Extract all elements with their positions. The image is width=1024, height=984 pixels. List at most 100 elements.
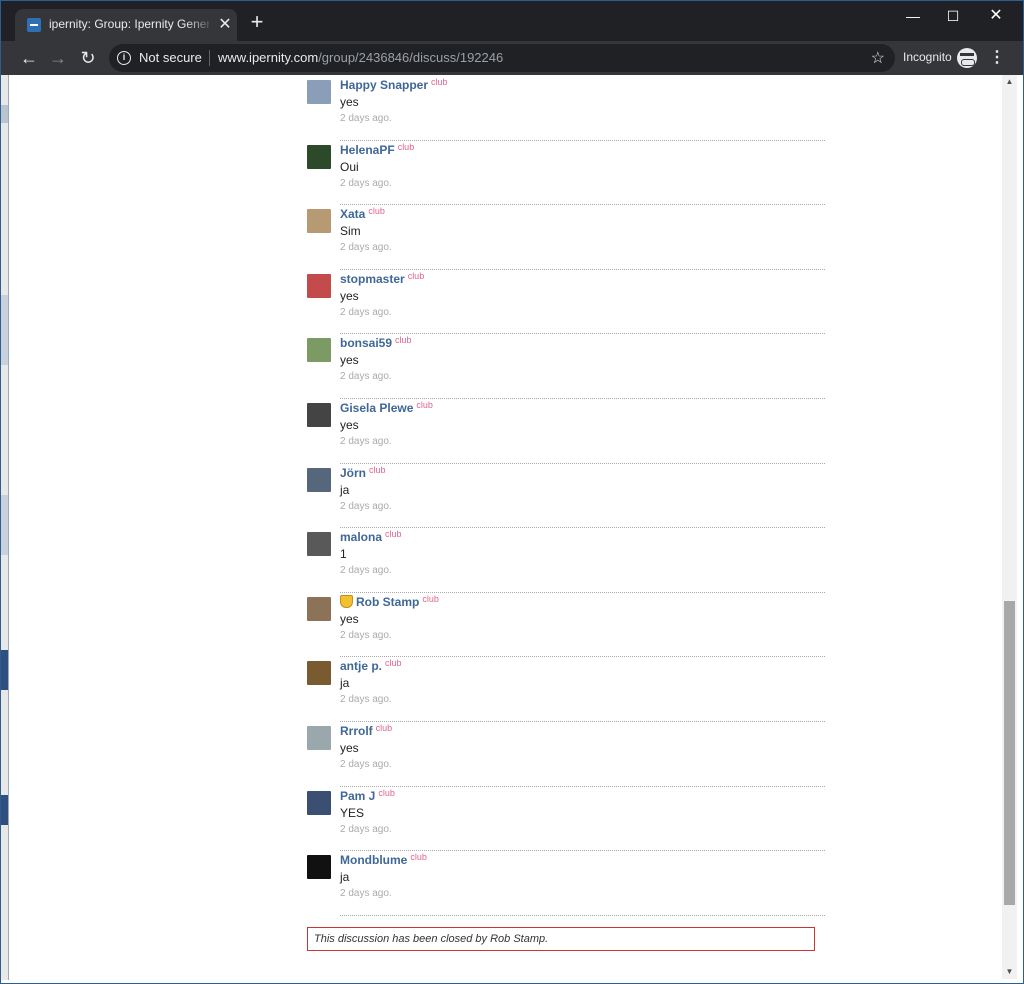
avatar[interactable] xyxy=(307,661,331,686)
avatar[interactable] xyxy=(307,80,331,104)
comment-item: malona club 1 2 days ago. xyxy=(307,528,825,593)
browser-menu-icon[interactable]: ⋮ xyxy=(989,47,1005,69)
comment-author-line: Gisela Plewe club xyxy=(340,399,433,417)
comment-timestamp: 2 days ago. xyxy=(340,371,392,383)
info-icon[interactable]: i xyxy=(117,51,131,65)
not-secure-label[interactable]: Not secure xyxy=(139,50,202,65)
comment-author-link[interactable]: HelenaPF xyxy=(340,143,395,157)
comment-author-link[interactable]: antje p. xyxy=(340,659,382,673)
comment-divider xyxy=(340,914,825,916)
comment-author-link[interactable]: bonsai59 xyxy=(340,336,392,350)
incognito-icon[interactable] xyxy=(957,48,977,68)
comment-timestamp: 2 days ago. xyxy=(340,113,392,124)
comment-timestamp: 2 days ago. xyxy=(340,888,392,900)
comment-author-link[interactable]: Rob Stamp xyxy=(356,595,419,609)
comment-author-link[interactable]: Pam J xyxy=(340,789,375,803)
comment-timestamp: 2 days ago. xyxy=(340,694,392,706)
maximize-button[interactable]: ☐ xyxy=(933,5,973,27)
comment-timestamp: 2 days ago. xyxy=(340,242,392,254)
comment-author-line: HelenaPF club xyxy=(340,141,414,159)
comment-author-line: Happy Snapper club xyxy=(340,76,448,94)
title-bar: ipernity: Group: Ipernity General ✕ + — … xyxy=(1,1,1023,41)
comment-timestamp: 2 days ago. xyxy=(340,500,392,512)
tab-title-fade xyxy=(185,15,215,35)
avatar[interactable] xyxy=(307,273,331,298)
comment-author-link[interactable]: malona xyxy=(340,530,382,544)
club-badge: club xyxy=(431,77,448,87)
avatar[interactable] xyxy=(307,467,331,492)
back-arrow-icon[interactable]: ← xyxy=(17,46,41,70)
comment-author-link[interactable]: Gisela Plewe xyxy=(340,401,413,415)
scrollbar-thumb[interactable] xyxy=(1004,601,1015,905)
avatar[interactable] xyxy=(307,532,331,557)
comment-author-line: stopmaster club xyxy=(340,270,424,288)
active-tab[interactable]: ipernity: Group: Ipernity General ✕ xyxy=(15,9,237,41)
comment-author-link[interactable]: Rrrolf xyxy=(340,724,373,738)
comment-author-line: antje p. club xyxy=(340,657,402,675)
avatar[interactable] xyxy=(307,596,331,621)
comment-text: ja xyxy=(340,676,350,691)
comment-author-line: Pam Jclub xyxy=(340,787,395,805)
comment-author-line: bonsai59 club xyxy=(340,334,412,352)
comment-text: Sim xyxy=(340,224,361,239)
omnibox-divider xyxy=(209,50,210,66)
comment-text: yes xyxy=(340,611,359,626)
ipernity-favicon-icon xyxy=(27,18,41,32)
comment-timestamp: 2 days ago. xyxy=(340,823,392,835)
comment-item: HelenaPF club Oui 2 days ago. xyxy=(307,141,825,206)
comment-text: ja xyxy=(340,870,350,885)
avatar[interactable] xyxy=(307,855,331,880)
comment-author-link[interactable]: Mondblume xyxy=(340,853,407,867)
minimize-button[interactable]: — xyxy=(893,5,933,27)
comment-timestamp: 2 days ago. xyxy=(340,436,392,447)
bg-block xyxy=(1,495,8,555)
comment-text: yes xyxy=(340,288,359,303)
new-tab-button[interactable]: + xyxy=(245,11,269,35)
comment-timestamp: 2 days ago. xyxy=(340,629,392,641)
comment-item: Xata club Sim 2 days ago. xyxy=(307,205,825,270)
url-path: /group/2436846/discuss/192246 xyxy=(318,50,504,65)
avatar[interactable] xyxy=(307,338,331,363)
club-badge: club xyxy=(378,787,395,798)
page-content: Happy Snapper club yes 2 days ago. HelenaPF c… xyxy=(9,75,1002,979)
avatar[interactable] xyxy=(307,403,331,427)
comment-author-line: Mondblume club xyxy=(340,851,427,869)
comment-text: YES xyxy=(340,805,365,820)
comment-author-link[interactable]: stopmaster xyxy=(340,272,405,286)
avatar[interactable] xyxy=(307,790,331,815)
comment-author-line: Rob Stamp club xyxy=(340,593,439,611)
comment-author-link[interactable]: Happy Snapper xyxy=(340,78,428,92)
scroll-up-arrow-icon[interactable]: ▲ xyxy=(1002,75,1017,89)
bookmark-star-icon[interactable]: ☆ xyxy=(871,48,885,68)
club-badge: club xyxy=(422,593,439,604)
comment-text: yes xyxy=(340,418,359,432)
scroll-down-arrow-icon[interactable]: ▼ xyxy=(1002,965,1017,979)
comment-text: yes xyxy=(340,95,359,109)
comment-item: Rrrolf club yes 2 days ago. xyxy=(307,722,825,787)
avatar[interactable] xyxy=(307,726,331,750)
club-badge: club xyxy=(395,335,412,346)
bg-block xyxy=(1,650,8,690)
reload-icon[interactable]: ↻ xyxy=(76,46,100,70)
avatar[interactable] xyxy=(307,209,331,234)
close-window-button[interactable]: ✕ xyxy=(976,5,1016,27)
comment-author-link[interactable]: Xata xyxy=(340,207,365,221)
tab-close-icon[interactable]: ✕ xyxy=(215,15,235,35)
comment-item: Happy Snapper club yes 2 days ago. xyxy=(307,76,825,141)
club-badge: club xyxy=(375,723,393,733)
club-badge: club xyxy=(407,270,425,281)
comment-author-link[interactable]: Jörn xyxy=(340,466,366,480)
club-badge: club xyxy=(369,464,386,475)
comment-text: ja xyxy=(340,482,350,497)
url-text[interactable]: www.ipernity.com/group/2436846/discuss/1… xyxy=(218,50,503,65)
background-window-edge xyxy=(1,75,9,980)
comment-text: yes xyxy=(340,353,359,368)
vertical-scrollbar[interactable]: ▲ ▼ xyxy=(1002,75,1017,979)
address-bar[interactable]: i Not secure www.ipernity.com/group/2436… xyxy=(109,44,895,72)
avatar[interactable] xyxy=(307,144,331,169)
comment-timestamp: 2 days ago. xyxy=(340,177,392,189)
comment-text: 1 xyxy=(340,547,347,562)
forward-arrow-icon[interactable]: → xyxy=(46,46,70,70)
comment-item: stopmaster club yes 2 days ago. xyxy=(307,270,825,335)
comment-item: Gisela Plewe club yes 2 days ago. xyxy=(307,399,825,464)
